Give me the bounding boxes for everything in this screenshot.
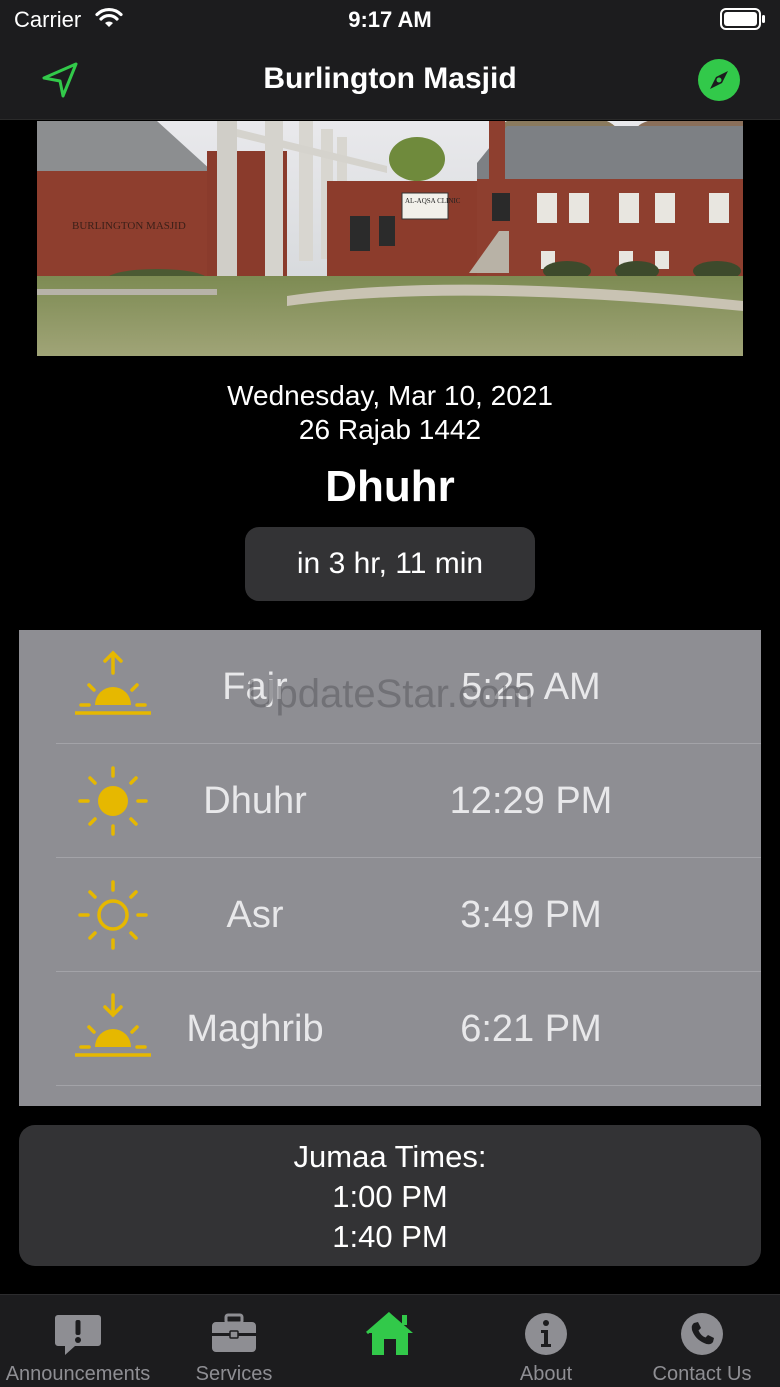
prayer-name: Dhuhr (203, 780, 307, 822)
status-bar: Carrier 9:17 AM (0, 0, 780, 40)
tab-home[interactable] (312, 1295, 468, 1387)
battery-icon (720, 8, 765, 30)
tab-announcements[interactable]: Announcements (0, 1295, 156, 1387)
prayer-row-asr: Asr 3:49 PM (19, 858, 761, 972)
prayer-row-fajr: Fajr 5:25 AM UpdateStar.com (19, 630, 761, 744)
countdown-badge: in 3 hr, 11 min (245, 527, 535, 601)
tab-services[interactable]: Services (156, 1295, 312, 1387)
prayer-time: 5:25 AM (461, 666, 601, 708)
sunset-icon (75, 993, 151, 1057)
home-icon (366, 1311, 413, 1355)
prayer-name: Fajr (222, 666, 288, 708)
gregorian-date: Wednesday, Mar 10, 2021 (227, 380, 553, 411)
jumaa-time: 1:00 PM (332, 1179, 448, 1214)
hero-sign-text: BURLINGTON MASJID (72, 220, 186, 232)
tab-contact[interactable]: Contact Us (624, 1295, 780, 1387)
clinic-sign: AL-AQSA CLINIC (405, 197, 461, 205)
prayer-name: Maghrib (186, 1008, 324, 1050)
prayer-time: 3:49 PM (460, 894, 602, 936)
hijri-date: 26 Rajab 1442 (298, 414, 482, 445)
compass-icon[interactable] (697, 58, 741, 102)
tab-about[interactable]: About (468, 1295, 624, 1387)
sunrise-icon (75, 650, 151, 715)
jumaa-title: Jumaa Times: (293, 1139, 487, 1174)
prayer-row-maghrib: Maghrib 6:21 PM (19, 972, 761, 1086)
briefcase-icon (212, 1313, 256, 1352)
prayer-times-table[interactable]: Fajr 5:25 AM UpdateStar.com Dhuhr 12:29 … (19, 630, 761, 1106)
exclamation-bubble-icon (55, 1315, 101, 1355)
tab-label: About (519, 1363, 573, 1385)
tab-label: Announcements (5, 1363, 151, 1385)
phone-icon (681, 1313, 723, 1355)
nav-bar: Burlington Masjid (0, 40, 780, 120)
prayer-name: Asr (226, 894, 284, 936)
masjid-photo: BURLINGTON MASJID AL-AQSA CLINIC (37, 121, 743, 356)
jumaa-time: 1:40 PM (332, 1219, 448, 1254)
tab-bar: Announcements Services About Contact Us (0, 1294, 780, 1387)
page-title: Burlington Masjid (263, 62, 517, 95)
sun-outline-icon (78, 880, 148, 950)
tab-label: Services (195, 1363, 273, 1385)
tab-label: Contact Us (652, 1363, 752, 1385)
prayer-time: 12:29 PM (449, 780, 613, 822)
status-time: 9:17 AM (348, 7, 432, 32)
next-prayer-name: Dhuhr (325, 462, 455, 511)
jumaa-times-card: Jumaa Times: 1:00 PM 1:40 PM (19, 1125, 761, 1266)
prayer-row-dhuhr: Dhuhr 12:29 PM (19, 744, 761, 858)
sun-icon (78, 766, 148, 836)
info-icon (525, 1313, 567, 1355)
prayer-time: 6:21 PM (460, 1008, 602, 1050)
row-divider (56, 1085, 761, 1086)
